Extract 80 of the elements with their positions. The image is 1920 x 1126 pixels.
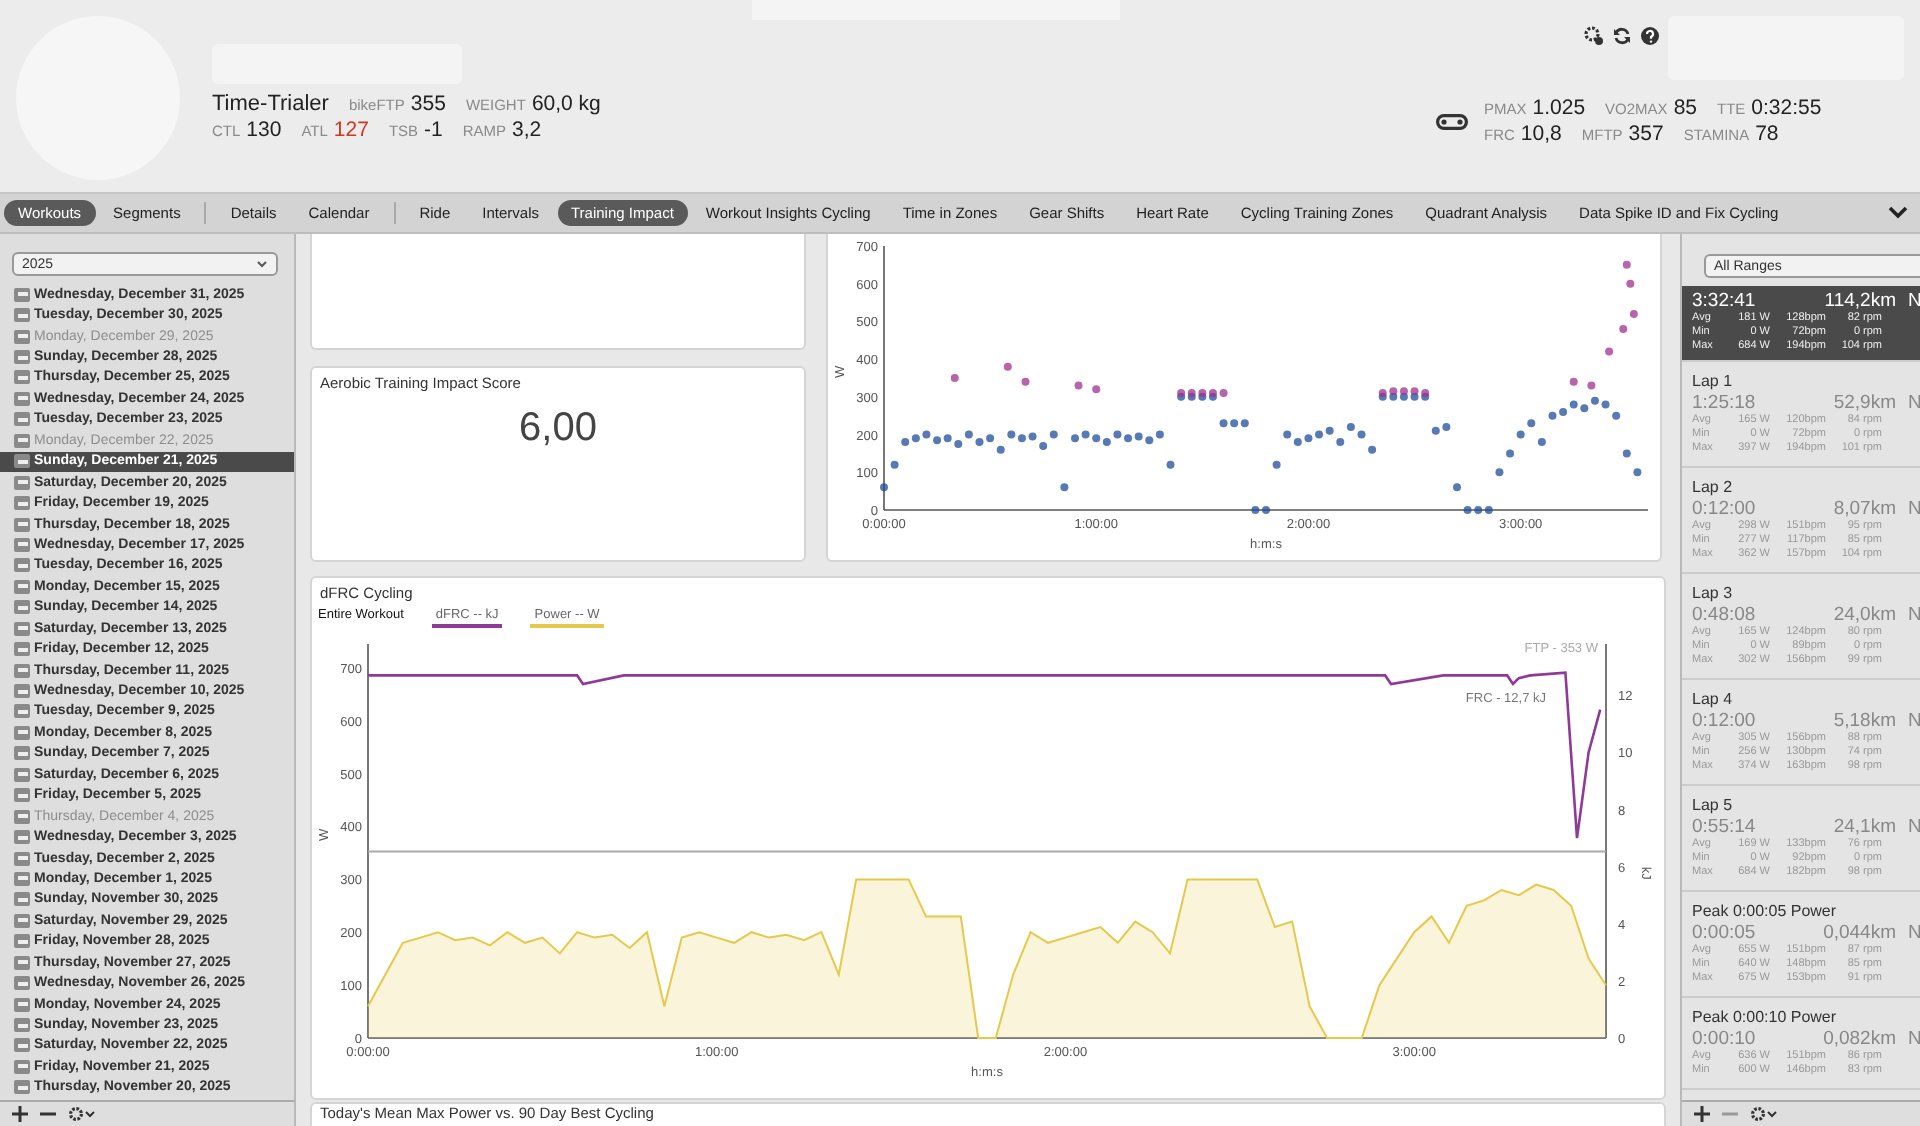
data-point — [1605, 347, 1614, 356]
lap-distance: 8,07km — [1831, 498, 1896, 520]
lap-distance: 24,0km — [1831, 604, 1896, 626]
metric-value: 3,2 — [512, 118, 542, 142]
lap-title: Lap 2 — [1692, 478, 1735, 498]
data-point — [1003, 362, 1012, 371]
add-icon[interactable] — [12, 1106, 28, 1122]
lap-title: Lap 3 — [1692, 584, 1735, 604]
lap-duration: 0:48:08 — [1692, 604, 1758, 626]
athlete-name: Time-Trialer — [212, 92, 329, 116]
column-3: N — [1896, 392, 1920, 414]
lap-duration: 0:00:10 — [1692, 1028, 1758, 1050]
metric-value: 85 — [1673, 96, 1697, 120]
column-3: N — [1896, 498, 1920, 520]
lap-title: Peak 0:00:05 Power — [1692, 902, 1839, 922]
data-point — [1506, 449, 1515, 458]
data-point — [1622, 260, 1631, 269]
data-point — [1587, 381, 1596, 390]
data-point — [890, 460, 899, 469]
data-point — [1074, 381, 1083, 390]
lap-title: Lap 5 — [1692, 796, 1735, 816]
column-3: N — [1896, 290, 1920, 312]
data-point — [880, 483, 888, 492]
data-point — [1495, 468, 1504, 477]
data-point — [1092, 385, 1101, 394]
help-icon[interactable] — [1640, 26, 1660, 46]
chevron-down-icon — [256, 260, 268, 268]
lap-duration: 3:32:41 — [1692, 290, 1758, 312]
column-3: N — [1896, 1028, 1920, 1050]
metric-value: 357 — [1628, 122, 1664, 146]
lap-duration: 0:12:00 — [1692, 710, 1758, 732]
data-point — [1569, 377, 1578, 386]
data-point — [1336, 438, 1345, 447]
metric-value: 127 — [333, 118, 369, 142]
lap-distance: 0,082km — [1821, 1028, 1896, 1050]
metric-value: 0:32:55 — [1751, 96, 1822, 120]
data-point — [1629, 309, 1638, 318]
column-3: N — [1896, 604, 1920, 626]
score-value: 6,00 — [517, 406, 599, 452]
lap-title: Lap 4 — [1692, 690, 1735, 710]
lap-duration: 0:55:14 — [1692, 816, 1758, 838]
lap-title: Peak 0:00:10 Power — [1692, 1008, 1839, 1028]
chevron-down-icon[interactable] — [1888, 206, 1908, 220]
column-3: N — [1896, 816, 1920, 838]
metric-value: 10,8 — [1520, 122, 1562, 146]
metric-value: 130 — [246, 118, 282, 142]
metric-value: 355 — [410, 92, 446, 116]
data-point — [1633, 468, 1642, 477]
data-point — [1622, 449, 1631, 458]
data-point — [1626, 279, 1635, 288]
data-point — [1166, 460, 1175, 469]
data-point — [1021, 377, 1030, 386]
metric-value: 60,0 kg — [531, 92, 601, 116]
add-icon[interactable] — [1694, 1106, 1710, 1122]
lap-distance: 0,044km — [1821, 922, 1896, 944]
data-point — [1537, 438, 1546, 447]
lap-distance: 5,18km — [1831, 710, 1896, 732]
data-point — [1060, 483, 1069, 492]
data-point — [950, 374, 959, 382]
settings-icon[interactable] — [68, 1106, 96, 1122]
settings-icon[interactable] — [1584, 26, 1604, 46]
data-point — [1272, 460, 1281, 469]
column-3: N — [1896, 922, 1920, 944]
data-point — [1453, 483, 1461, 492]
settings-icon[interactable] — [1750, 1106, 1778, 1122]
lap-duration: 0:12:00 — [1692, 498, 1758, 520]
data-point — [1368, 445, 1377, 454]
metric-value: 78 — [1755, 122, 1779, 146]
lap-duration: 1:25:18 — [1692, 392, 1758, 414]
lap-duration: 0:00:05 — [1692, 922, 1758, 944]
data-point — [1619, 324, 1628, 333]
lap-distance: 52,9km — [1831, 392, 1896, 414]
chain-icon — [1436, 114, 1468, 130]
column-3: N — [1896, 710, 1920, 732]
refresh-icon[interactable] — [1612, 26, 1632, 46]
lap-title: Lap 1 — [1692, 372, 1735, 392]
lap-distance: 114,2km — [1822, 290, 1896, 312]
metric-value: -1 — [424, 118, 443, 142]
metric-value: 1.025 — [1532, 96, 1586, 120]
lap-distance: 24,1km — [1831, 816, 1896, 838]
